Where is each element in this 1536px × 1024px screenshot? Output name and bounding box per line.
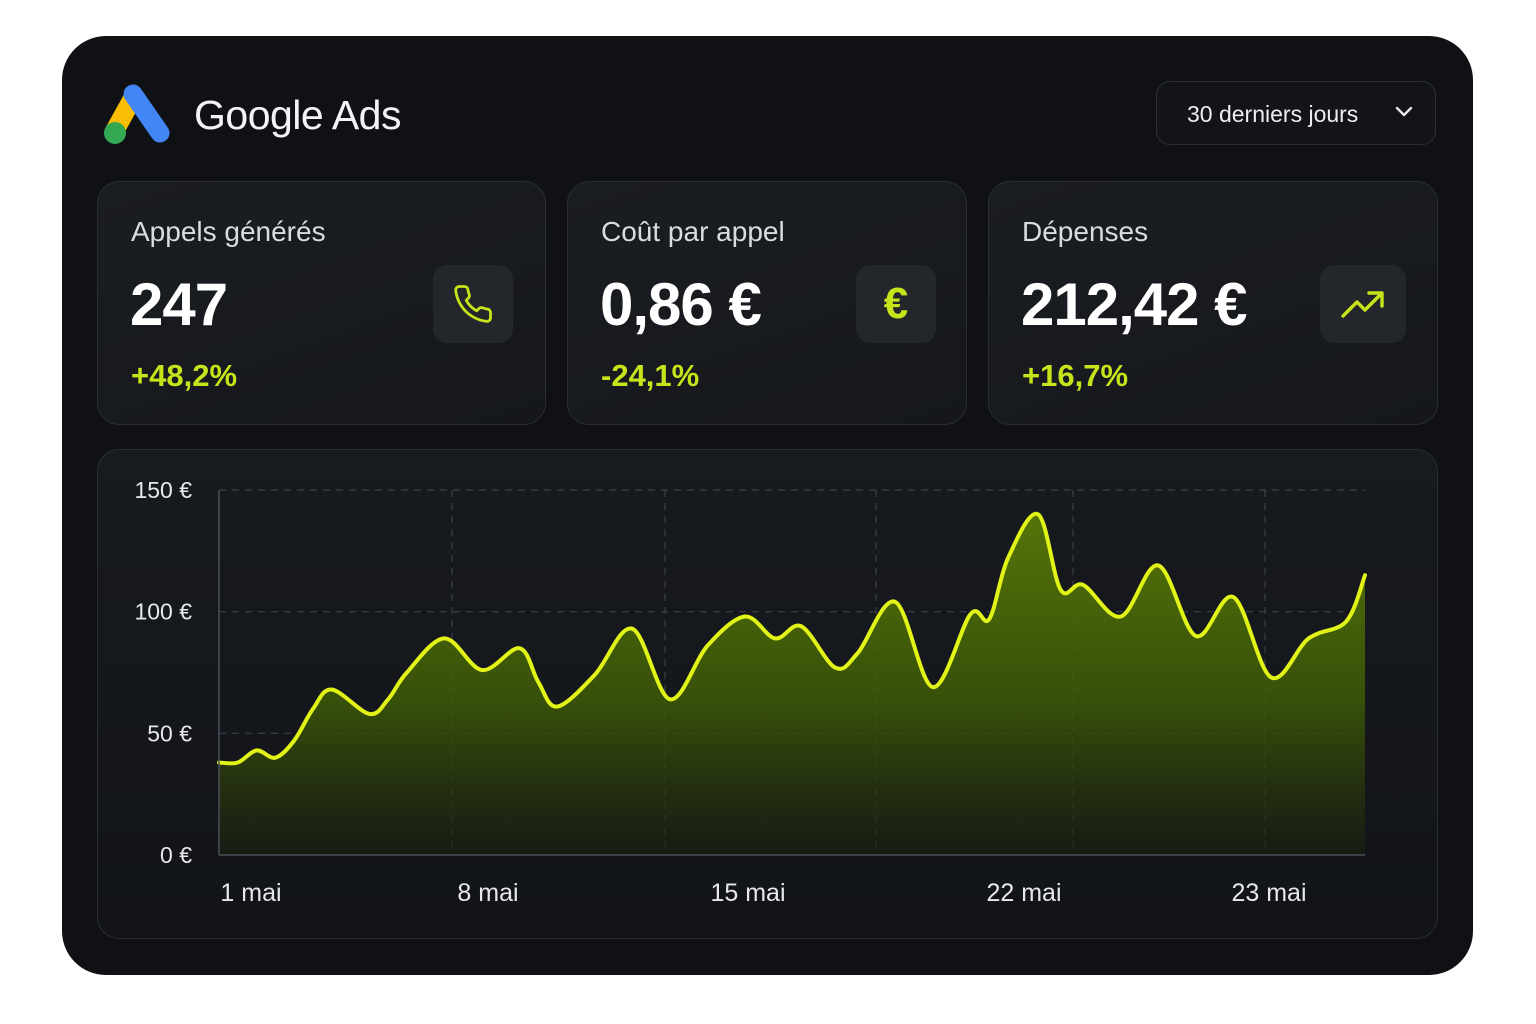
y-tick-label: 100 € (134, 599, 192, 625)
dashboard-panel: Google Ads 30 derniers jours Appels géné… (62, 36, 1473, 975)
y-tick-label: 150 € (134, 477, 192, 503)
x-tick-label: 22 mai (986, 879, 1061, 907)
y-tick-label: 50 € (147, 720, 192, 746)
phone-icon (454, 285, 492, 323)
kpi-card-cost-per-call: Coût par appel 0,86 € -24,1% € (567, 181, 967, 425)
kpi-icon-tile: € (856, 265, 936, 343)
date-range-dropdown[interactable]: 30 derniers jours (1156, 81, 1436, 145)
kpi-label: Dépenses (1022, 216, 1149, 247)
kpi-icon-tile (433, 265, 513, 343)
trending-up-icon (1341, 291, 1384, 318)
euro-icon: € (883, 279, 909, 328)
kpi-card-spend: Dépenses 212,42 € +16,7% (988, 181, 1438, 425)
kpi-card-calls: Appels générés 247 +48,2% (97, 181, 546, 425)
x-tick-label: 15 mai (710, 879, 785, 907)
x-tick-label: 8 mai (457, 879, 518, 907)
kpi-label: Appels générés (131, 216, 326, 247)
brand-title: Google Ads (194, 92, 402, 138)
kpi-delta: -24,1% (601, 358, 700, 393)
kpi-delta: +48,2% (131, 358, 238, 393)
logo-blue-bar (123, 84, 170, 143)
kpi-value: 212,42 € (1021, 271, 1248, 338)
kpi-value: 247 (130, 271, 228, 338)
google-ads-logo (104, 84, 170, 144)
y-tick-label: 0 € (160, 842, 192, 868)
kpi-icon-tile (1320, 265, 1406, 343)
spend-chart-svg: 0 € 50 € 100 € 150 € 1 mai 8 mai 15 mai 22 mai 2… (134, 477, 1367, 907)
series-area (219, 513, 1365, 855)
logo-green-dot (104, 122, 126, 144)
kpi-value: 0,86 € (600, 271, 762, 338)
x-tick-label: 1 mai (220, 879, 281, 907)
kpi-label: Coût par appel (601, 216, 785, 247)
date-range-label: 30 derniers jours (1187, 101, 1359, 127)
spend-chart: 0 € 50 € 100 € 150 € 1 mai 8 mai 15 mai 22 mai 2… (97, 449, 1438, 939)
chevron-down-icon (1395, 106, 1413, 117)
x-tick-label: 23 mai (1231, 879, 1306, 907)
kpi-delta: +16,7% (1022, 358, 1129, 393)
